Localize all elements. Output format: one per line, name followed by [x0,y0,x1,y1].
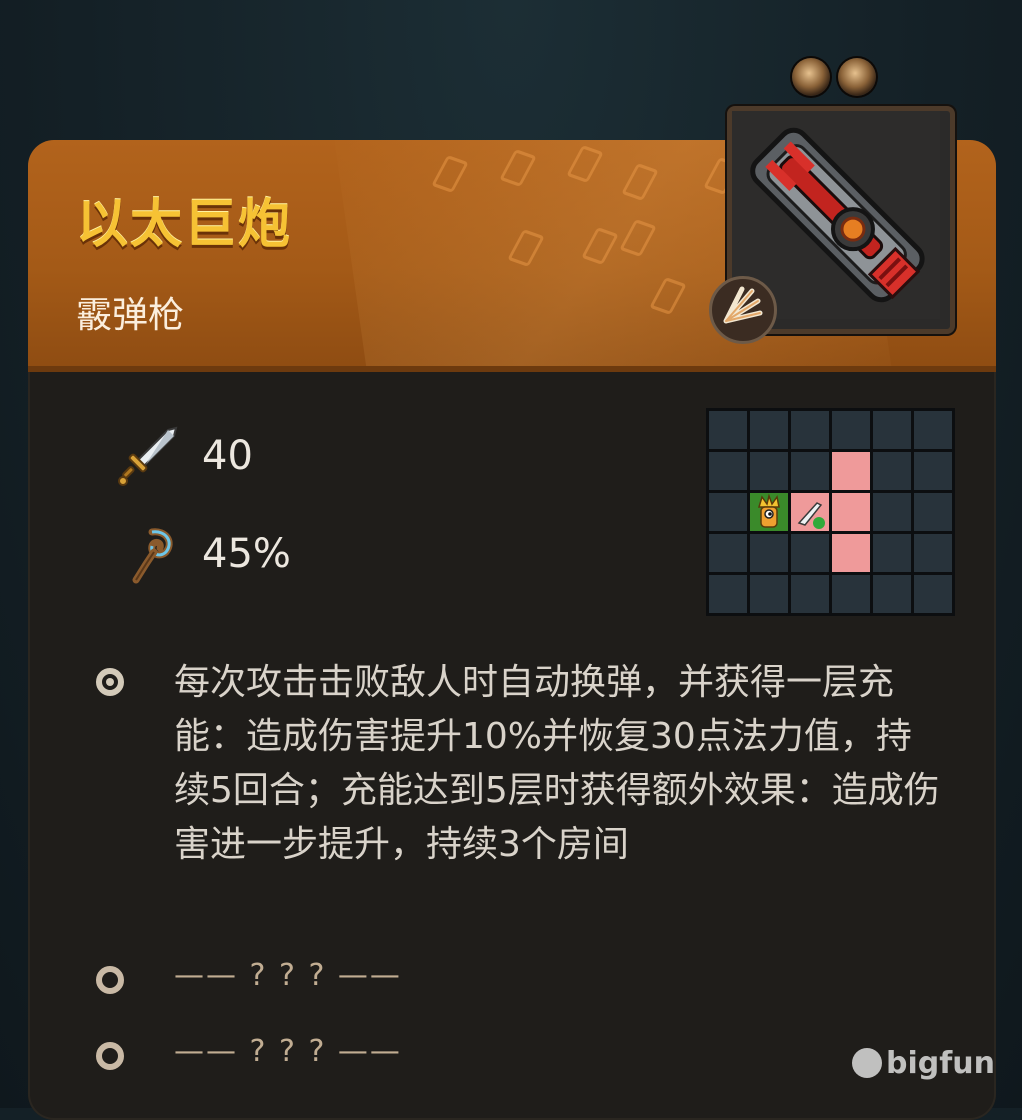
grid-cell-empty [709,534,747,572]
attack-range-grid [706,408,955,616]
gem-slot-icon [838,58,876,96]
grid-cell-empty [791,534,829,572]
sword-icon [118,426,178,486]
grid-cell-empty [832,411,870,449]
grid-cell-empty [791,411,829,449]
grid-cell-empty [750,452,788,490]
watermark: bigfun [852,1046,995,1081]
grid-cell-empty [914,452,952,490]
effect-locked-icon [96,966,124,994]
grid-cell-player [750,493,788,531]
grid-cell-empty [914,575,952,613]
crit-value: 45% [202,531,291,577]
grid-cell-weapon [791,493,829,531]
grid-cell-empty [750,411,788,449]
grid-cell-empty [791,575,829,613]
crit-stat: 45% [116,524,291,584]
grid-cell-hit [832,452,870,490]
attack-stat: 40 [116,426,253,486]
grid-cell-hit [832,534,870,572]
grid-cell-empty [873,493,911,531]
upgrade-slots [792,58,876,96]
weapon-cell-icon [797,502,825,529]
locked-effect-label: —— ? ? ? —— [174,1034,402,1069]
grid-cell-empty [709,493,747,531]
paw-icon [852,1048,882,1078]
locked-effect-label: —— ? ? ? —— [174,958,402,993]
grid-cell-empty [914,493,952,531]
effect-description: 每次攻击击败敌人时自动换弹，并获得一层充能：造成伤害提升10%并恢复30点法力值… [174,662,940,865]
staff-icon [132,528,173,584]
grid-cell-empty [791,452,829,490]
grid-cell-empty [750,575,788,613]
gem-slot-icon [792,58,830,96]
grid-cell-empty [914,534,952,572]
item-type: 霰弹枪 [76,295,185,336]
weapon-type-badge [709,276,777,344]
grid-cell-empty [873,575,911,613]
item-name: 以太巨炮 [76,195,293,255]
grid-cell-empty [709,452,747,490]
effect-locked-icon [96,1042,124,1070]
grid-cell-empty [709,411,747,449]
grid-cell-empty [873,411,911,449]
burst-icon [723,286,763,324]
effect-active-icon [96,668,124,696]
grid-cell-empty [750,534,788,572]
grid-cell-empty [873,534,911,572]
grid-cell-empty [832,575,870,613]
grid-cell-empty [873,452,911,490]
grid-cell-hit [832,493,870,531]
attack-value: 40 [202,433,253,479]
header-divider [28,366,996,372]
grid-cell-empty [914,411,952,449]
player-icon [757,493,780,528]
watermark-text: bigfun [886,1046,995,1081]
grid-cell-empty [709,575,747,613]
